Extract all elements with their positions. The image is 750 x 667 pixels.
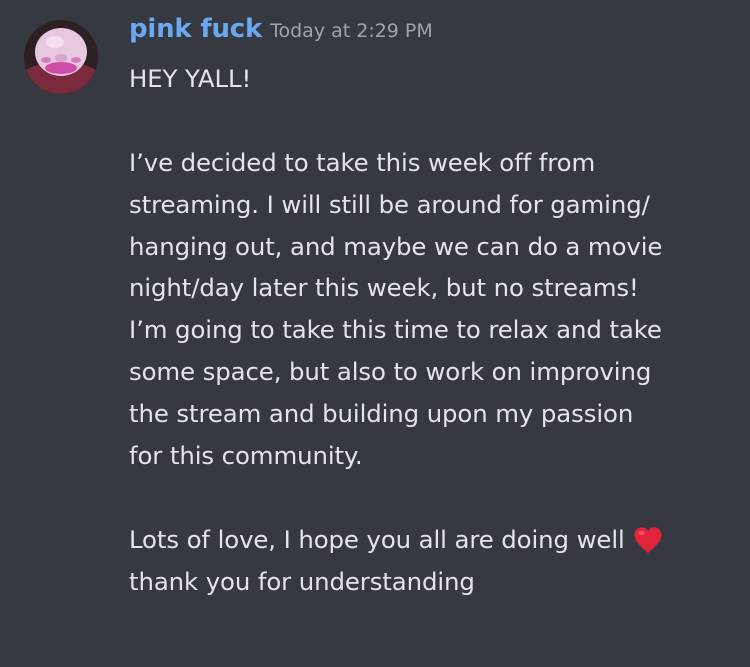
heart-emoji-icon[interactable] bbox=[633, 525, 663, 567]
avatar-image bbox=[24, 20, 98, 94]
message-line: for this community. bbox=[129, 441, 363, 471]
avatar[interactable] bbox=[24, 20, 98, 94]
message-line: some space, but also to work on improvin… bbox=[129, 357, 652, 387]
message-line: I’ve decided to take this week off from bbox=[129, 147, 596, 177]
message-line: streaming. I will still be around for ga… bbox=[129, 189, 650, 219]
message-header: pink fuck Today at 2:29 PM bbox=[129, 14, 433, 44]
message-content: HEY YALL! I’ve decided to take this week… bbox=[129, 58, 729, 603]
chat-message: pink fuck Today at 2:29 PM HEY YALL! I’ve… bbox=[0, 0, 750, 667]
message-line: the stream and building upon my passion bbox=[129, 399, 634, 429]
message-line: Lots of love, I hope you all are doing w… bbox=[129, 519, 729, 561]
message-line: HEY YALL! bbox=[129, 64, 252, 93]
message-line: thank you for understanding bbox=[129, 566, 475, 596]
timestamp[interactable]: Today at 2:29 PM bbox=[270, 20, 433, 42]
username[interactable]: pink fuck bbox=[129, 14, 262, 44]
message-line: hanging out, and maybe we can do a movie bbox=[129, 231, 663, 261]
message-line: I’m going to take this time to relax and… bbox=[129, 315, 662, 345]
message-line: night/day later this week, but no stream… bbox=[129, 273, 639, 303]
message-line-text: Lots of love, I hope you all are doing w… bbox=[129, 524, 625, 554]
